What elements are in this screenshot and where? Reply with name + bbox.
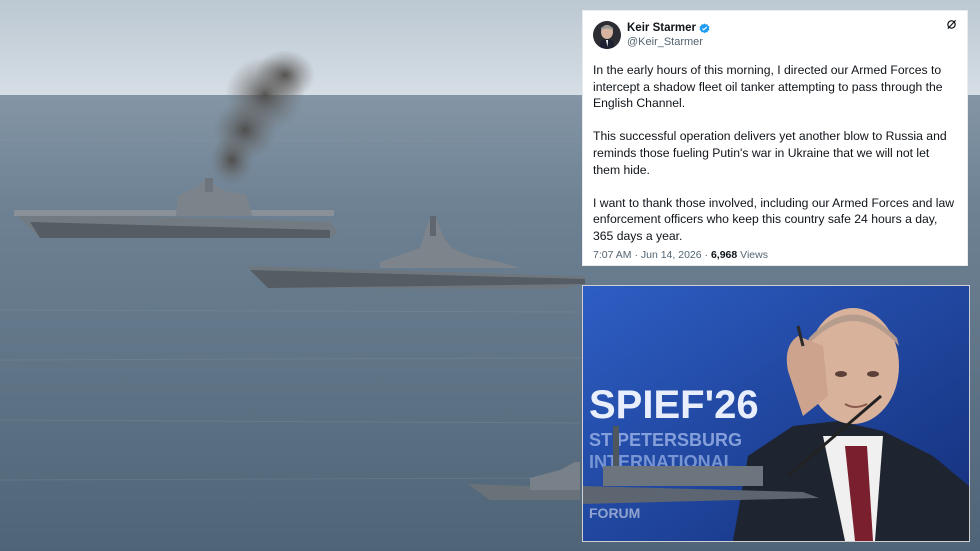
tweet-time[interactable]: 7:07 AM: [593, 249, 632, 261]
meta-separator: ·: [634, 249, 638, 261]
tweet-card[interactable]: Keir Starmer @Keir_Starmer In the early …: [582, 10, 968, 266]
meta-separator: ·: [704, 249, 709, 261]
forum-photo: SPIEF'26 ST PETERSBURG INTERNATIONAL FOR…: [583, 286, 969, 541]
tweet-meta: 7:07 AM · Jun 14, 2026 · 6,968 Views: [593, 249, 768, 261]
handle[interactable]: @Keir_Starmer: [627, 35, 710, 49]
banner-sub: FORUM: [589, 505, 640, 521]
tweet-text: In the early hours of this morning, I di…: [593, 62, 957, 245]
views-label: Views: [740, 249, 768, 261]
tweet-paragraph: In the early hours of this morning, I di…: [593, 63, 943, 111]
banner-sub: ST PETERSBURG: [589, 430, 742, 450]
display-name[interactable]: Keir Starmer: [627, 21, 696, 35]
avatar[interactable]: [593, 21, 621, 49]
tweet-date[interactable]: Jun 14, 2026: [641, 249, 702, 261]
tweet-paragraph: I want to thank those involved, includin…: [593, 195, 955, 243]
grok-icon[interactable]: [946, 19, 957, 30]
banner-text: SPIEF'26: [589, 383, 759, 427]
tweet-paragraph: This successful operation delivers yet a…: [593, 129, 947, 177]
verified-badge-icon: [699, 22, 710, 33]
tweet-header: Keir Starmer @Keir_Starmer: [593, 21, 957, 57]
inset-photo: SPIEF'26 ST PETERSBURG INTERNATIONAL FOR…: [582, 285, 970, 542]
views-count: 6,968: [710, 249, 738, 261]
author-info: Keir Starmer @Keir_Starmer: [627, 21, 710, 49]
